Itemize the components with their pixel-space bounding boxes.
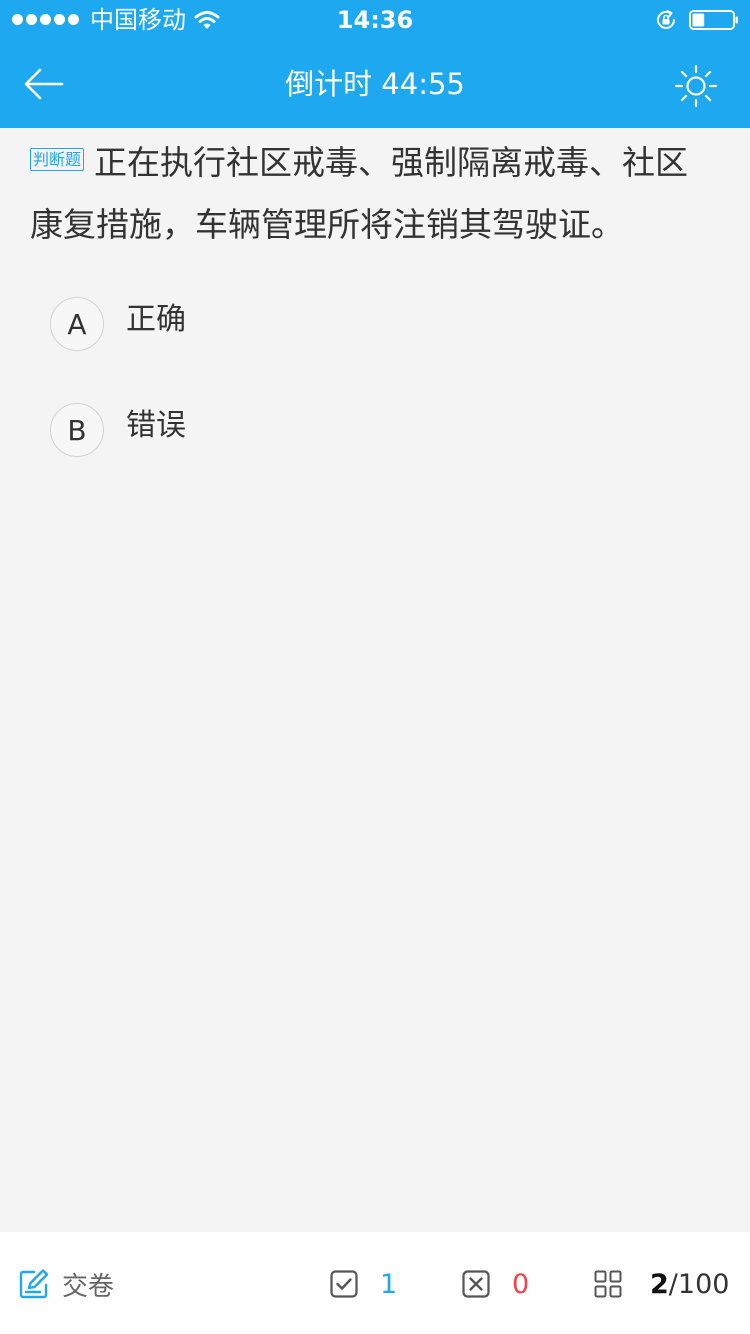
brightness-button[interactable] [672, 62, 720, 110]
rotation-lock-icon [657, 10, 675, 29]
check-box-icon [330, 1270, 358, 1298]
status-time: 14:36 [336, 6, 414, 34]
answer-sheet-button[interactable]: 2/100 [594, 1262, 729, 1306]
question-progress: 2/100 [650, 1269, 729, 1300]
option-b[interactable]: B 错误 [50, 402, 710, 458]
bottom-bar: 交卷 1 0 2/100 [0, 1232, 750, 1334]
option-a[interactable]: A 正确 [50, 296, 710, 352]
option-text: 错误 [126, 408, 186, 443]
submit-exam-button[interactable]: 交卷 [18, 1262, 114, 1306]
status-bar: 中国移动 14:36 [0, 0, 750, 40]
battery-icon [689, 10, 738, 30]
current-question-number: 2 [650, 1268, 669, 1300]
options-list: A 正确 B 错误 [50, 296, 710, 508]
grid-icon [594, 1270, 622, 1298]
total-questions: /100 [668, 1268, 730, 1300]
correct-count-value: 1 [380, 1268, 398, 1300]
option-letter-badge: B [50, 403, 104, 457]
nav-bar: 倒计时 44:55 [0, 40, 750, 128]
header: 中国移动 14:36 倒计时 44:55 [0, 0, 750, 128]
back-button[interactable] [20, 60, 68, 108]
wrong-count: 0 [462, 1262, 529, 1306]
question-type-tag: 判断题 [30, 148, 85, 171]
countdown-title: 倒计时 44:55 [285, 67, 465, 101]
question: 判断题 正在执行社区戒毒、强制隔离戒毒、社区康复措施，车辆管理所将注销其驾驶证。 [30, 132, 720, 256]
option-text: 正确 [126, 302, 186, 337]
wrong-count-value: 0 [512, 1268, 530, 1300]
sun-icon [674, 64, 718, 108]
submit-exam-label: 交卷 [62, 1271, 115, 1302]
edit-icon [19, 1269, 49, 1299]
back-arrow-icon [24, 68, 64, 100]
question-text: 正在执行社区戒毒、强制隔离戒毒、社区康复措施，车辆管理所将注销其驾驶证。 [30, 143, 689, 244]
correct-count: 1 [330, 1262, 397, 1306]
cross-box-icon [462, 1270, 490, 1298]
option-letter-badge: A [50, 297, 104, 351]
